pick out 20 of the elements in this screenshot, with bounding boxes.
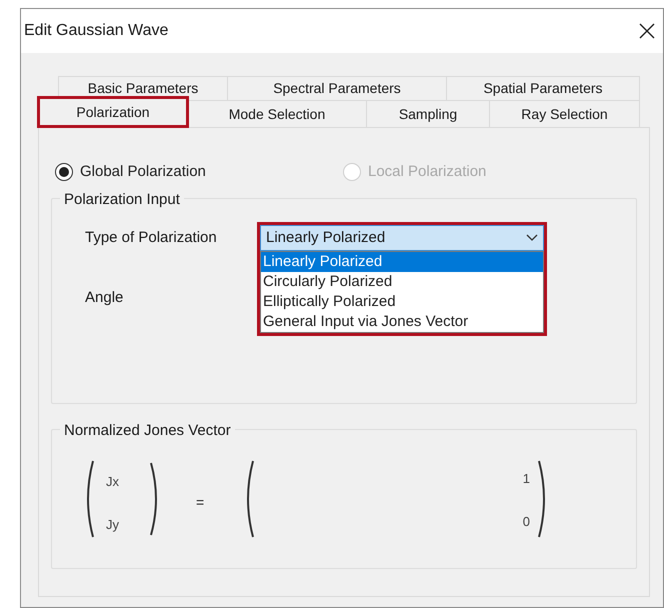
- polarization-dropdown[interactable]: Linearly Polarized: [260, 225, 544, 251]
- tab[interactable]: Sampling: [367, 100, 490, 127]
- dropdown-option[interactable]: Linearly Polarized: [261, 252, 543, 272]
- tab[interactable]: Spatial Parameters: [447, 76, 640, 100]
- dropdown-option[interactable]: General Input via Jones Vector: [261, 312, 543, 332]
- tab[interactable]: Ray Selection: [490, 100, 640, 127]
- dropdown-option[interactable]: Elliptically Polarized: [261, 292, 543, 312]
- dropdown-option[interactable]: Circularly Polarized: [261, 272, 543, 292]
- field-label: Angle: [85, 288, 124, 308]
- field-label: Type of Polarization: [85, 228, 218, 248]
- vector-label: Jy: [106, 516, 119, 534]
- tab[interactable]: Polarization: [38, 97, 188, 127]
- vector-label: Jx: [106, 472, 119, 490]
- tab[interactable]: Spectral Parameters: [228, 76, 447, 100]
- vector-value: 0: [522, 513, 530, 531]
- equals-sign: =: [196, 492, 204, 512]
- window-title: Edit Gaussian Wave: [24, 21, 168, 41]
- vector-value: 1: [522, 470, 530, 488]
- radio-option[interactable]: Global Polarization: [51, 160, 343, 184]
- tab[interactable]: Mode Selection: [188, 100, 367, 127]
